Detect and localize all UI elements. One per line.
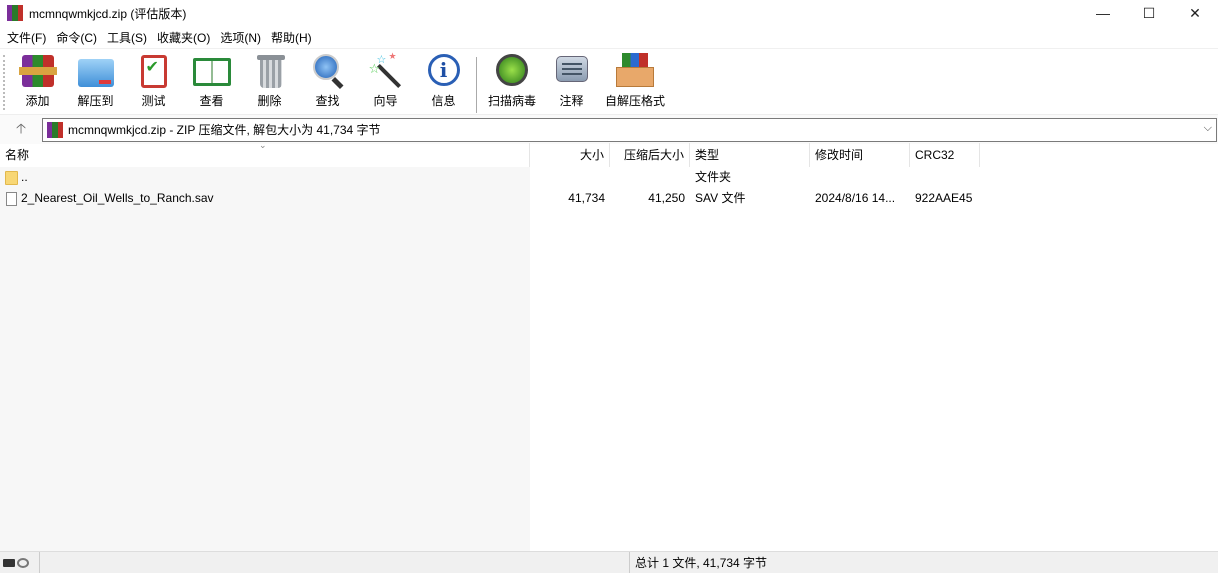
- scan-virus-button[interactable]: 扫描病毒: [483, 53, 541, 109]
- column-modified[interactable]: 修改时间: [810, 143, 910, 167]
- file-type: SAV 文件: [695, 191, 746, 205]
- title-bar: mcmnqwmkjcd.zip (评估版本) — ☐ ✕: [0, 0, 1218, 26]
- address-dropdown-icon[interactable]: ⌵: [1204, 122, 1212, 135]
- file-size: [530, 167, 610, 188]
- column-packed[interactable]: 压缩后大小: [610, 143, 690, 167]
- file-icon: [6, 191, 17, 206]
- up-folder-button[interactable]: 🡡: [0, 118, 42, 142]
- archive-icon: [47, 121, 63, 138]
- sfx-box-icon: [616, 53, 654, 89]
- sfx-button[interactable]: 自解压格式: [602, 53, 668, 109]
- file-modified: [810, 167, 910, 188]
- key-icon: [17, 557, 29, 568]
- file-list: ⌄ 名称 大小 压缩后大小 类型 修改时间 CRC32 .. 文件夹 2_Nea…: [0, 140, 1218, 551]
- extract-to-button[interactable]: 解压到: [68, 53, 123, 109]
- magnifier-icon: [309, 53, 347, 90]
- file-name: 2_Nearest_Oil_Wells_to_Ranch.sav: [21, 191, 214, 205]
- file-crc: 922AAE45: [915, 191, 973, 205]
- drive-icon: [3, 558, 15, 567]
- file-packed: [610, 167, 690, 188]
- menu-options[interactable]: 选项(N): [215, 29, 266, 46]
- sort-indicator-icon: ⌄: [259, 140, 267, 150]
- status-bar: 总计 1 文件, 41,734 字节: [0, 551, 1218, 573]
- test-clipboard-icon: ✔: [135, 53, 173, 89]
- address-bar: 🡡 mcmnqwmkjcd.zip - ZIP 压缩文件, 解包大小为 41,7…: [0, 114, 1218, 144]
- menu-help[interactable]: 帮助(H): [266, 29, 317, 46]
- info-icon: i: [425, 53, 463, 89]
- menu-tools[interactable]: 工具(S): [102, 29, 152, 46]
- toolbar: 添加 解压到 ✔ 测试 查看 删除 查找 ☆ ☆ ★ 向导 i 信息 扫描病毒 注释 自解…: [0, 48, 1218, 114]
- table-row-file[interactable]: 2_Nearest_Oil_Wells_to_Ranch.sav 41,734 …: [0, 188, 1218, 209]
- add-button[interactable]: 添加: [10, 53, 65, 109]
- minimize-button[interactable]: —: [1080, 0, 1126, 26]
- winrar-logo-icon: [7, 5, 23, 21]
- file-type: 文件夹: [695, 170, 732, 184]
- address-path: mcmnqwmkjcd.zip - ZIP 压缩文件, 解包大小为 41,734…: [68, 123, 381, 137]
- delete-button[interactable]: 删除: [242, 53, 297, 109]
- file-name: ..: [21, 170, 28, 184]
- add-archive-icon: [18, 53, 57, 89]
- window-title: mcmnqwmkjcd.zip (评估版本): [29, 6, 187, 21]
- column-size[interactable]: 大小: [530, 143, 610, 167]
- menu-favorites[interactable]: 收藏夹(O): [152, 29, 215, 46]
- wand-icon: ☆ ☆ ★: [367, 51, 405, 89]
- column-type[interactable]: 类型: [690, 143, 810, 167]
- file-packed: 41,250: [648, 191, 685, 205]
- info-button[interactable]: i 信息: [416, 53, 471, 109]
- virus-scan-icon: [493, 53, 531, 89]
- trash-icon: [251, 53, 289, 89]
- find-button[interactable]: 查找: [300, 53, 355, 109]
- column-crc[interactable]: CRC32: [910, 143, 980, 167]
- name-column-background: [0, 167, 530, 551]
- view-book-icon: [192, 53, 231, 89]
- close-button[interactable]: ✕: [1172, 0, 1218, 26]
- status-selection: [40, 552, 630, 573]
- file-size: 41,734: [568, 191, 605, 205]
- comment-icon: [553, 53, 591, 89]
- test-button[interactable]: ✔ 测试: [126, 53, 181, 109]
- view-button[interactable]: 查看: [184, 53, 239, 109]
- wizard-button[interactable]: ☆ ☆ ★ 向导: [358, 51, 413, 109]
- file-crc: [910, 167, 980, 188]
- menu-bar: 文件(F) 命令(C) 工具(S) 收藏夹(O) 选项(N) 帮助(H): [0, 26, 1218, 48]
- toolbar-separator: [476, 57, 477, 113]
- extract-folder-icon: [77, 53, 115, 89]
- folder-icon: [5, 170, 18, 185]
- comment-button[interactable]: 注释: [544, 53, 599, 109]
- menu-file[interactable]: 文件(F): [2, 29, 51, 46]
- column-headers: ⌄ 名称 大小 压缩后大小 类型 修改时间 CRC32: [0, 140, 1218, 167]
- maximize-button[interactable]: ☐: [1126, 0, 1172, 26]
- table-row-parent[interactable]: .. 文件夹: [0, 167, 1218, 188]
- file-modified: 2024/8/16 14...: [815, 191, 896, 205]
- address-path-field[interactable]: mcmnqwmkjcd.zip - ZIP 压缩文件, 解包大小为 41,734…: [42, 117, 1217, 142]
- menu-commands[interactable]: 命令(C): [51, 29, 102, 46]
- status-summary: 总计 1 文件, 41,734 字节: [635, 556, 768, 570]
